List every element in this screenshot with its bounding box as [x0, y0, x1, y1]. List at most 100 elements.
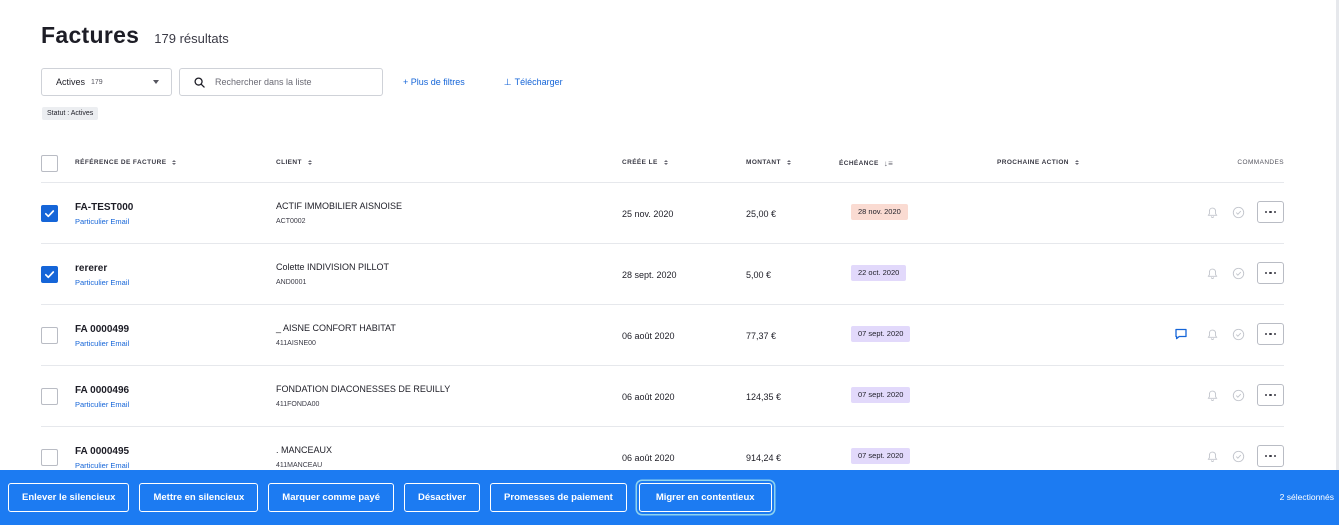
- selected-count: 2 sélectionnés: [1279, 492, 1334, 502]
- column-label: Client: [276, 159, 302, 166]
- mark-paid-button[interactable]: Marquer comme payé: [268, 483, 394, 512]
- invoice-reference[interactable]: rererer: [75, 263, 129, 274]
- search-input[interactable]: [215, 77, 375, 87]
- table-row[interactable]: FA 0000496 Particulier Email FONDATION DIA…: [41, 366, 1284, 427]
- page-header: Factures 179 résultats: [41, 22, 229, 49]
- client-code: 411FONDA00: [276, 401, 320, 408]
- column-label: Prochaine action: [997, 159, 1069, 166]
- row-checkbox[interactable]: [41, 388, 58, 405]
- invoice-reference[interactable]: FA-TEST000: [75, 202, 133, 213]
- client-code: 411AISNE00: [276, 340, 316, 347]
- created-date: 06 août 2020: [622, 331, 675, 341]
- column-label: Commandes: [1237, 159, 1284, 166]
- created-date: 06 août 2020: [622, 453, 675, 463]
- table-row[interactable]: FA 0000499 Particulier Email _ AISNE CONFO…: [41, 305, 1284, 366]
- created-date: 06 août 2020: [622, 392, 675, 402]
- check-circle-icon[interactable]: [1231, 205, 1245, 219]
- row-checkbox[interactable]: [41, 266, 58, 283]
- column-header-client[interactable]: Client: [276, 159, 312, 166]
- status-select-count: 179: [91, 78, 103, 86]
- column-header-next-action[interactable]: Prochaine action: [997, 159, 1079, 166]
- status-select[interactable]: Actives 179: [41, 68, 172, 96]
- amount: 124,35 €: [746, 392, 782, 402]
- column-header-created[interactable]: Créée le: [622, 159, 668, 166]
- mute-button[interactable]: Mettre en silencieux: [139, 483, 259, 512]
- client-cell: ACTIF IMMOBILIER AISNOISE ACT0002: [276, 201, 402, 225]
- check-circle-icon[interactable]: [1231, 327, 1245, 341]
- column-header-commands: Commandes: [1237, 159, 1284, 166]
- more-actions-button[interactable]: [1257, 262, 1284, 284]
- column-header-amount[interactable]: Montant: [746, 159, 791, 166]
- sort-icon: [663, 160, 668, 165]
- sort-icon: [1074, 160, 1079, 165]
- row-checkbox[interactable]: [41, 327, 58, 344]
- invoice-reference[interactable]: FA 0000495: [75, 446, 129, 457]
- unmute-button[interactable]: Enlever le silencieux: [8, 483, 130, 512]
- client-code: ACT0002: [276, 218, 306, 225]
- migrate-litigation-button[interactable]: Migrer en contentieux: [638, 483, 772, 512]
- column-header-reference[interactable]: Référence de facture: [75, 159, 177, 166]
- more-actions-button[interactable]: [1257, 201, 1284, 223]
- column-label: Créée le: [622, 159, 658, 166]
- status-select-value: Actives: [56, 77, 86, 87]
- more-actions-button[interactable]: [1257, 384, 1284, 406]
- sort-descending-icon: ↓≡: [883, 159, 894, 168]
- active-filter-chip[interactable]: Statut : Actives: [42, 107, 99, 120]
- invoices-table: Référence de facture Client Créée le Mon…: [41, 144, 1284, 488]
- more-actions-button[interactable]: [1257, 445, 1284, 467]
- created-date: 25 nov. 2020: [622, 209, 674, 219]
- client-cell: Colette INDIVISION PILLOT AND0001: [276, 262, 389, 286]
- check-circle-icon[interactable]: [1231, 449, 1245, 463]
- table-row[interactable]: FA-TEST000 Particulier Email ACTIF IMMOBIL…: [41, 183, 1284, 244]
- due-date-badge: 07 sept. 2020: [851, 387, 911, 403]
- row-checkbox[interactable]: [41, 205, 58, 222]
- client-name[interactable]: ACTIF IMMOBILIER AISNOISE: [276, 201, 402, 211]
- column-label: Référence de facture: [75, 159, 167, 166]
- due-date-badge: 28 nov. 2020: [851, 204, 908, 220]
- check-circle-icon[interactable]: [1231, 388, 1245, 402]
- more-actions-button[interactable]: [1257, 323, 1284, 345]
- invoice-channel-link[interactable]: Particulier Email: [75, 461, 129, 470]
- due-date-badge: 07 sept. 2020: [851, 448, 911, 464]
- toolbar: Actives 179 + Plus de filtres ⊥ Téléchar…: [41, 68, 563, 96]
- invoice-reference[interactable]: FA 0000499: [75, 324, 129, 335]
- bell-icon[interactable]: [1205, 449, 1219, 463]
- client-name[interactable]: . MANCEAUX: [276, 445, 332, 455]
- payment-promises-button[interactable]: Promesses de paiement: [490, 483, 627, 512]
- amount: 25,00 €: [746, 209, 777, 219]
- page-title: Factures: [41, 22, 140, 48]
- invoice-reference[interactable]: FA 0000496: [75, 385, 129, 396]
- comment-icon[interactable]: [1174, 327, 1188, 341]
- client-cell: . MANCEAUX 411MANCEAU: [276, 445, 332, 469]
- chevron-down-icon: [153, 80, 159, 84]
- invoice-channel-link[interactable]: Particulier Email: [75, 278, 129, 287]
- check-circle-icon[interactable]: [1231, 266, 1245, 280]
- search-box[interactable]: [179, 68, 383, 96]
- bell-icon[interactable]: [1205, 266, 1219, 280]
- row-actions: [1174, 323, 1284, 345]
- more-filters-link[interactable]: + Plus de filtres: [403, 77, 465, 87]
- invoice-channel-link[interactable]: Particulier Email: [75, 400, 129, 409]
- bell-icon[interactable]: [1205, 327, 1219, 341]
- invoice-channel-link[interactable]: Particulier Email: [75, 217, 133, 226]
- table-body: FA-TEST000 Particulier Email ACTIF IMMOBIL…: [41, 183, 1284, 488]
- client-name[interactable]: Colette INDIVISION PILLOT: [276, 262, 389, 272]
- sort-icon: [307, 160, 312, 165]
- client-name[interactable]: FONDATION DIACONESSES DE REUILLY: [276, 384, 450, 394]
- bell-icon[interactable]: [1205, 388, 1219, 402]
- row-checkbox[interactable]: [41, 449, 58, 466]
- download-link[interactable]: ⊥ Télécharger: [504, 77, 563, 88]
- select-all-checkbox[interactable]: [41, 155, 58, 172]
- invoice-reference-cell: FA-TEST000 Particulier Email: [75, 202, 133, 226]
- row-actions: [1205, 445, 1284, 467]
- deactivate-button[interactable]: Désactiver: [403, 483, 481, 512]
- table-row[interactable]: rererer Particulier Email Colette INDIVISI…: [41, 244, 1284, 305]
- client-cell: _ AISNE CONFORT HABITAT 411AISNE00: [276, 323, 396, 347]
- invoice-channel-link[interactable]: Particulier Email: [75, 339, 129, 348]
- column-header-due[interactable]: Échéance ↓≡: [839, 159, 893, 168]
- row-actions: [1205, 262, 1284, 284]
- due-date-badge: 22 oct. 2020: [851, 265, 907, 281]
- amount: 5,00 €: [746, 270, 772, 280]
- client-name[interactable]: _ AISNE CONFORT HABITAT: [276, 323, 396, 333]
- bell-icon[interactable]: [1205, 205, 1219, 219]
